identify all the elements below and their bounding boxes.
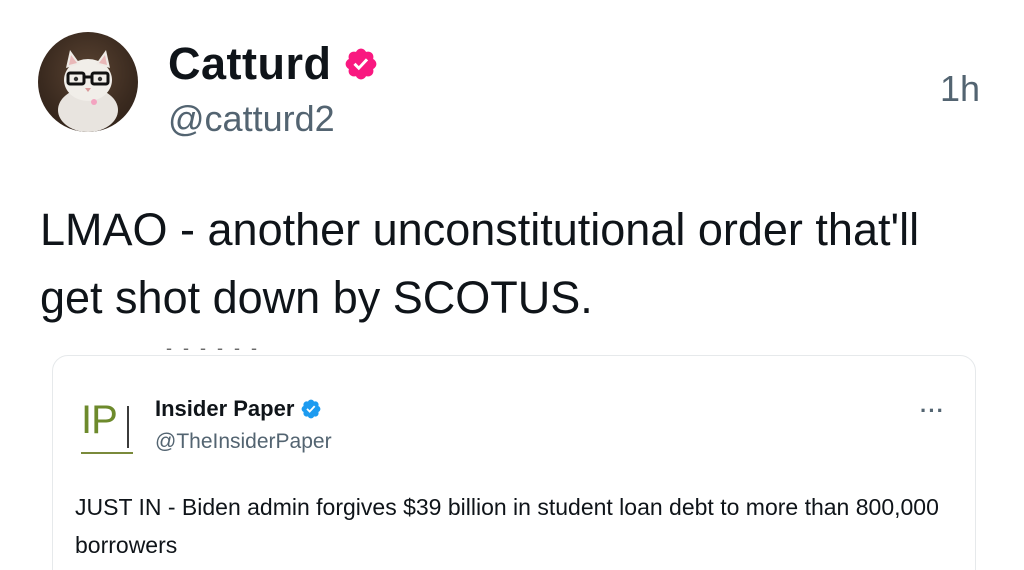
author-avatar[interactable] <box>38 32 138 132</box>
quoted-author-display-name[interactable]: Insider Paper <box>155 396 294 422</box>
verified-badge-icon <box>343 46 379 82</box>
post-timestamp[interactable]: 1h <box>940 68 980 110</box>
logo-bar-decoration <box>127 406 129 448</box>
quoted-author-logo-text: IP <box>81 398 118 442</box>
verified-badge-icon <box>300 398 322 420</box>
quoted-author-handle[interactable]: @TheInsiderPaper <box>155 430 332 454</box>
more-horizontal-icon[interactable]: ··· <box>920 398 945 424</box>
quoted-author-name-row: Insider Paper <box>155 396 322 422</box>
post-text: LMAO - another unconstitutional order th… <box>40 204 920 323</box>
author-handle[interactable]: @catturd2 <box>168 98 335 140</box>
post-screenshot: Catturd @catturd2 1h LMAO - another unco… <box>0 0 1024 570</box>
quoted-post-text: JUST IN - Biden admin forgives $39 billi… <box>75 494 939 558</box>
author-display-name[interactable]: Catturd <box>168 38 331 90</box>
quoted-post-card[interactable]: IP Insider Paper @TheInsiderPaper ··· JU… <box>52 355 976 570</box>
quoted-author-logo[interactable]: IP <box>81 398 133 454</box>
cat-with-glasses-avatar-icon <box>58 50 118 132</box>
author-name-row: Catturd <box>168 38 379 90</box>
divider-decoration: - - - - - - <box>166 338 260 358</box>
